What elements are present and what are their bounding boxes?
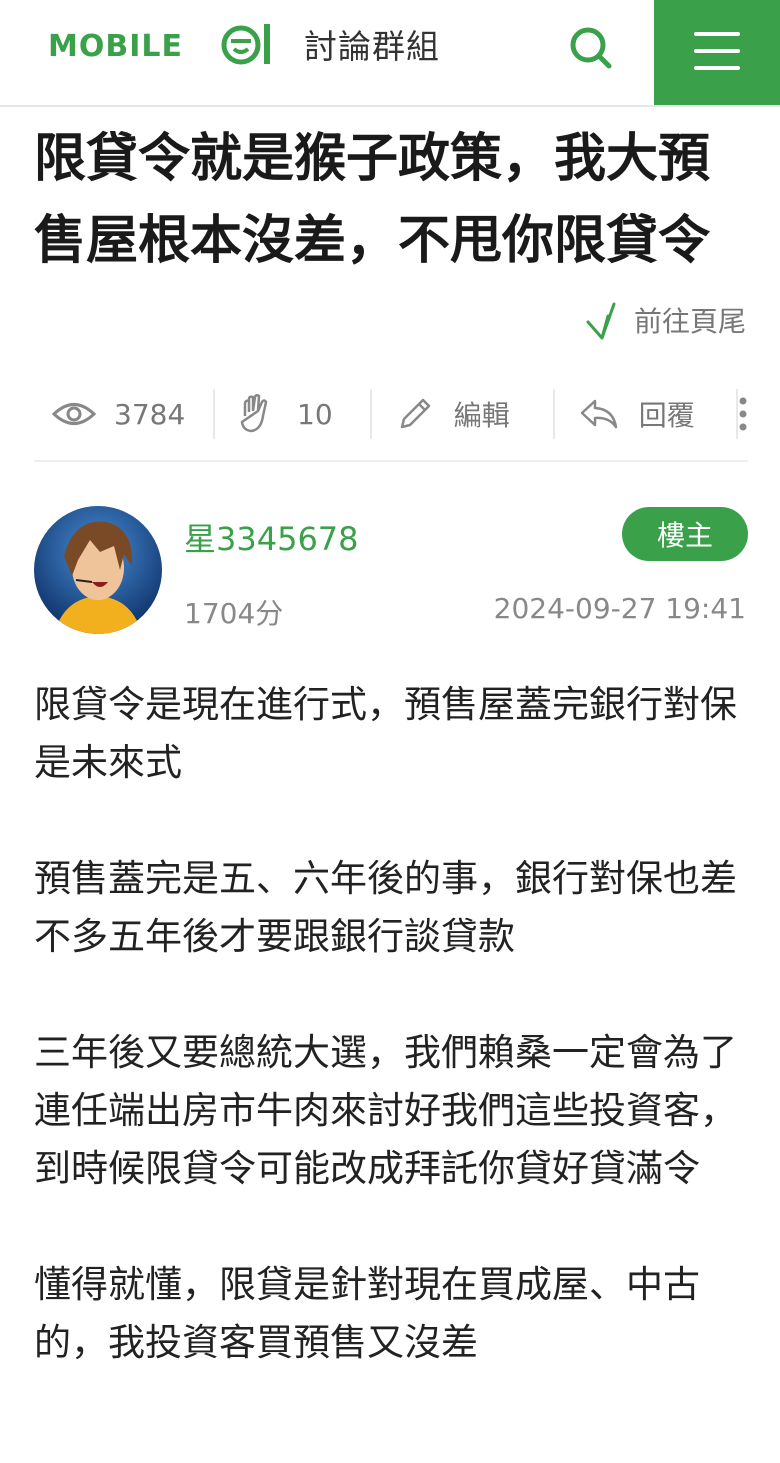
arrow-down-icon: [586, 302, 616, 340]
hamburger-icon: [694, 66, 740, 70]
reply-icon: [580, 399, 618, 429]
reply-button[interactable]: 回覆: [555, 394, 736, 434]
more-vertical-icon: [739, 397, 747, 431]
clap-icon: [240, 394, 268, 433]
goto-end-link[interactable]: 前往頁尾: [584, 298, 746, 342]
post-paragraph: 預售蓋完是五、六年後的事，銀行對保也差不多五年後才要跟銀行談貸款: [34, 857, 737, 958]
post-stats-bar: 3784 10 編輯 回覆: [34, 382, 748, 462]
reply-label: 回覆: [638, 399, 695, 432]
view-count: 3784: [34, 398, 213, 431]
post-paragraph: 三年後又要總統大選，我們賴桑一定會為了連任端出房市牛肉來討好我們這些投資客， 到…: [34, 1031, 737, 1190]
search-icon: [570, 27, 612, 69]
search-button[interactable]: [562, 20, 618, 76]
edit-button[interactable]: 編輯: [372, 394, 553, 434]
post-timestamp: 2024-09-27 19:41: [493, 592, 746, 625]
eye-icon: [52, 403, 96, 425]
hamburger-icon: [694, 32, 740, 36]
pencil-icon: [400, 398, 430, 429]
author-score: 1704分: [184, 597, 284, 630]
section-title[interactable]: 討論群組: [304, 20, 440, 68]
mobile01-logo[interactable]: MOBILE: [48, 18, 278, 70]
post-paragraph: 懂得就懂，限貸是針對現在買成屋、中古的，我投資客買預售又沒差: [34, 1263, 700, 1364]
goto-end-label: 前往頁尾: [633, 305, 746, 338]
post-body: 限貸令是現在進行式，預售屋蓋完銀行對保是未來式 預售蓋完是五、六年後的事，銀行對…: [34, 676, 754, 1430]
author-name[interactable]: 星3345678: [184, 514, 359, 560]
more-options-button[interactable]: [738, 396, 748, 432]
top-nav-bar: MOBILE 討論群組: [0, 0, 780, 107]
avatar[interactable]: [34, 506, 162, 634]
view-count-value: 3784: [114, 397, 186, 431]
svg-text:MOBILE: MOBILE: [48, 29, 183, 64]
post-paragraph: 限貸令是現在進行式，預售屋蓋完銀行對保是未來式: [34, 683, 737, 784]
post-title: 限貸令就是猴子政策，我大預售屋根本沒差，不甩你限貸令: [34, 129, 711, 271]
like-count-value: 10: [297, 397, 333, 431]
op-badge: 樓主: [622, 507, 748, 561]
like-button[interactable]: 10: [215, 394, 370, 434]
menu-button[interactable]: [654, 0, 780, 105]
hamburger-icon: [694, 49, 740, 53]
edit-label: 編輯: [453, 399, 510, 432]
